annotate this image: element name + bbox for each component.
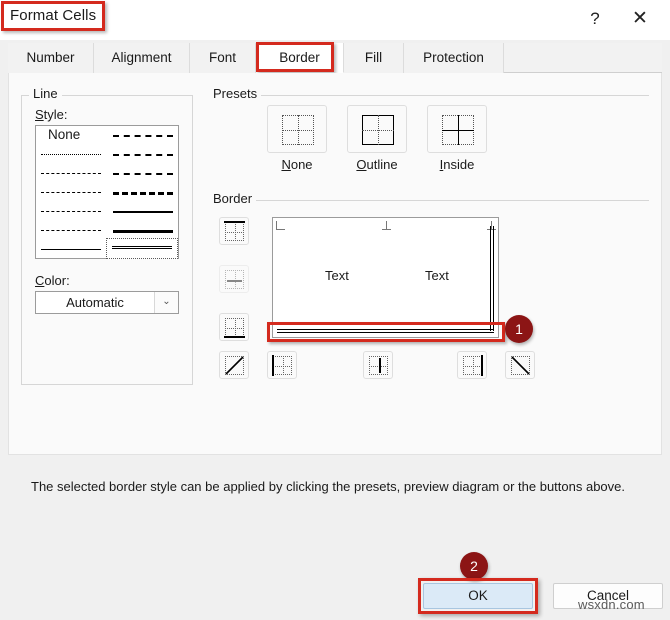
border-top-icon: [224, 221, 245, 241]
tab-protection[interactable]: Protection: [404, 43, 504, 73]
style-option-thin-solid[interactable]: [36, 240, 106, 259]
style-option-dash-dot-dot-bold[interactable]: [108, 126, 178, 145]
style-option-dashed[interactable]: [36, 221, 106, 240]
border-vertical-button[interactable]: [363, 351, 393, 379]
title-highlight-annotation: [1, 1, 105, 31]
chevron-down-icon[interactable]: ⌄: [154, 292, 178, 313]
border-diagonal-up-button[interactable]: [219, 351, 249, 379]
border-horizontal-button[interactable]: [219, 265, 249, 293]
tab-strip: Number Alignment Font Border Fill Protec…: [8, 43, 662, 73]
preview-corner-top-left: [276, 221, 285, 230]
tab-font[interactable]: Font: [190, 43, 256, 73]
border-top-button[interactable]: [219, 217, 249, 245]
help-icon[interactable]: ?: [580, 4, 610, 34]
tab-alignment[interactable]: Alignment: [94, 43, 190, 73]
border-group-label: Border: [209, 191, 257, 206]
watermark: wsxdn.com: [578, 597, 645, 612]
preview-right-border-line[interactable]: [490, 226, 494, 331]
border-bottom-button[interactable]: [219, 313, 249, 341]
format-cells-dialog: Format Cells ? ✕ Number Alignment Font B…: [0, 0, 670, 620]
ok-button[interactable]: OK: [423, 583, 533, 609]
preset-inside-label: Inside: [439, 157, 475, 172]
style-option-dotted[interactable]: [36, 164, 106, 183]
presets-group-label: Presets: [209, 86, 262, 101]
border-preview-diagram[interactable]: Text Text: [272, 217, 499, 338]
border-groupbox: [209, 200, 649, 201]
preset-inside-icon: [442, 115, 474, 145]
border-horizontal-icon: [225, 270, 244, 289]
tab-border[interactable]: Border: [256, 43, 344, 73]
border-tab-panel: Line Style: None Color: Automatic ⌄ Pres…: [8, 73, 662, 494]
line-color-dropdown[interactable]: Automatic ⌄: [35, 291, 179, 314]
preview-text-left: Text: [325, 268, 349, 283]
style-label: Style:: [35, 107, 68, 122]
style-option-dash-dot-bold[interactable]: [108, 164, 178, 183]
border-left-icon: [272, 355, 292, 376]
step-badge-1: 1: [505, 315, 533, 343]
border-right-icon: [463, 355, 483, 376]
preset-outline-button[interactable]: [347, 105, 407, 153]
style-option-none[interactable]: [36, 126, 106, 145]
tab-fill[interactable]: Fill: [344, 43, 404, 73]
step-badge-2: 2: [460, 552, 488, 580]
line-color-value: Automatic: [66, 295, 124, 310]
preset-inside-button[interactable]: [427, 105, 487, 153]
style-option-dotted-fine[interactable]: [36, 145, 106, 164]
line-group-label: Line: [29, 86, 62, 101]
preset-outline-label: Outline: [356, 157, 398, 172]
border-diagonal-down-button[interactable]: [505, 351, 535, 379]
border-diagonal-down-icon: [511, 356, 530, 375]
preview-bottom-border-line[interactable]: [277, 329, 494, 333]
preview-text-right: Text: [425, 268, 449, 283]
border-left-button[interactable]: [267, 351, 297, 379]
style-option-dashed-bold[interactable]: [108, 183, 178, 202]
preset-none-label: None: [281, 157, 313, 172]
preview-corner-top-center: [382, 221, 391, 230]
border-vertical-icon: [369, 356, 388, 375]
tab-number[interactable]: Number: [8, 43, 94, 73]
preset-none-button[interactable]: [267, 105, 327, 153]
border-diagonal-up-icon: [225, 356, 244, 375]
style-option-double[interactable]: [106, 238, 178, 259]
line-style-list[interactable]: None: [35, 125, 179, 259]
preset-none-icon: [282, 115, 314, 145]
preset-outline-icon: [362, 115, 394, 145]
hint-text: The selected border style can be applied…: [31, 479, 626, 494]
border-right-button[interactable]: [457, 351, 487, 379]
style-option-medium-solid[interactable]: [108, 202, 178, 221]
style-option-slanted-dash[interactable]: [108, 145, 178, 164]
color-label: Color:: [35, 273, 70, 288]
style-option-dash-dot[interactable]: [36, 202, 106, 221]
title-bar: Format Cells ? ✕: [0, 0, 670, 40]
presets-groupbox: [209, 95, 649, 96]
border-bottom-icon: [224, 318, 245, 338]
close-icon[interactable]: ✕: [625, 4, 655, 34]
style-option-dash-dot-small[interactable]: [36, 183, 106, 202]
